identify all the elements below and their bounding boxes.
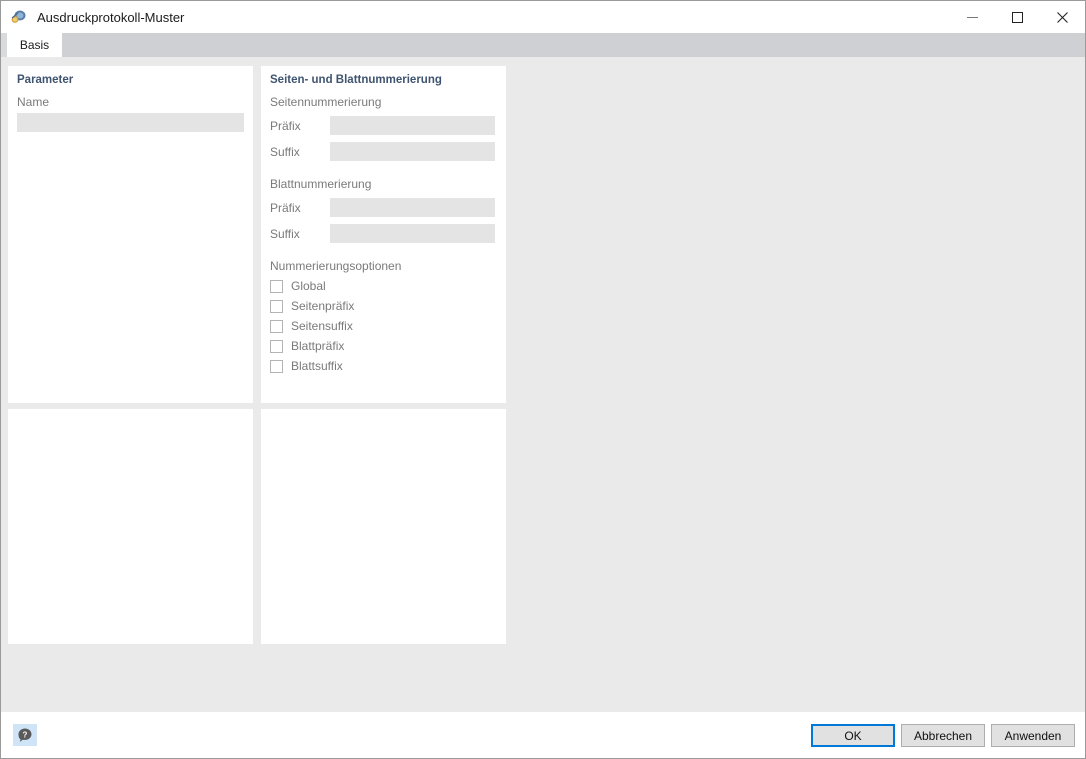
- numbering-option-label: Blattsuffix: [291, 359, 343, 373]
- printout-report-icon: [9, 7, 29, 27]
- sheet-suffix-label: Suffix: [270, 226, 300, 241]
- tab-strip-filler: [62, 33, 1085, 57]
- sheet-prefix-row: Präfix: [261, 198, 506, 217]
- sheet-numbering-section: Blattnummerierung: [270, 177, 372, 191]
- page-suffix-row: Suffix: [261, 142, 506, 161]
- numbering-title: Seiten- und Blattnummerierung: [270, 74, 442, 86]
- tab-basis[interactable]: Basis: [7, 33, 62, 57]
- title-bar: Ausdruckprotokoll-Muster: [1, 1, 1085, 33]
- dialog-content: Liste 1Eingabedaten und reduzierte Ergeb…: [1, 33, 1085, 712]
- page-suffix-input[interactable]: [330, 142, 495, 161]
- parameter-name-input[interactable]: [17, 113, 244, 132]
- numbering-option-row[interactable]: Global: [261, 279, 506, 293]
- numbering-option-row[interactable]: Seitenpräfix: [261, 299, 506, 313]
- parameter-name-label: Name: [17, 95, 50, 109]
- dialog-footer: ? OK Abbrechen Anwenden: [1, 712, 1085, 758]
- page-suffix-label: Suffix: [270, 144, 300, 159]
- numbering-option-checkbox[interactable]: [270, 299, 283, 313]
- numbering-option-checkbox[interactable]: [270, 339, 283, 353]
- numbering-option-label: Seitenpräfix: [291, 299, 355, 313]
- numbering-options-title: Nummerierungsoptionen: [270, 259, 402, 273]
- maximize-button[interactable]: [995, 1, 1040, 33]
- minimize-button[interactable]: [950, 1, 995, 33]
- page-prefix-label: Präfix: [270, 118, 301, 133]
- help-question-icon[interactable]: ?: [13, 724, 37, 746]
- window-controls: [950, 1, 1085, 33]
- sheet-suffix-row: Suffix: [261, 224, 506, 243]
- numbering-option-checkbox[interactable]: [270, 279, 283, 293]
- sheet-prefix-input[interactable]: [330, 198, 495, 217]
- numbering-options-list: Global Seitenpräfix Seitensuffix Blattpräfi…: [261, 279, 506, 373]
- ok-button[interactable]: OK: [811, 724, 895, 747]
- numbering-group: Seiten- und Blattnummerierung Seitennumm…: [261, 66, 506, 403]
- numbering-option-row[interactable]: Seitensuffix: [261, 319, 506, 333]
- window-title: Ausdruckprotokoll-Muster: [37, 9, 185, 25]
- numbering-option-checkbox[interactable]: [270, 359, 283, 373]
- sheet-prefix-label: Präfix: [270, 200, 301, 215]
- numbering-option-row[interactable]: Blattsuffix: [261, 359, 506, 373]
- tab-strip: Basis: [1, 33, 1085, 57]
- numbering-option-label: Global: [291, 279, 326, 293]
- parameter-title: Parameter: [17, 74, 74, 86]
- dialog-window: Ausdruckprotokoll-Muster Liste 1Eingabed…: [0, 0, 1086, 759]
- bottom-right-group: [261, 409, 506, 644]
- right-tab-panel: Basis Parameter Name Seiten- und Blattnu…: [1, 33, 1085, 712]
- tab-page-basis: Parameter Name Seiten- und Blattnummerie…: [1, 57, 1085, 712]
- page-prefix-row: Präfix: [261, 116, 506, 135]
- sheet-suffix-input[interactable]: [330, 224, 495, 243]
- page-numbering-section: Seitennummerierung: [270, 95, 382, 109]
- close-button[interactable]: [1040, 1, 1085, 33]
- numbering-option-checkbox[interactable]: [270, 319, 283, 333]
- numbering-option-label: Seitensuffix: [291, 319, 353, 333]
- svg-text:?: ?: [23, 731, 28, 740]
- apply-button[interactable]: Anwenden: [991, 724, 1075, 747]
- bottom-left-group: [8, 409, 253, 644]
- numbering-option-row[interactable]: Blattpräfix: [261, 339, 506, 353]
- page-prefix-input[interactable]: [330, 116, 495, 135]
- numbering-option-label: Blattpräfix: [291, 339, 345, 353]
- cancel-button[interactable]: Abbrechen: [901, 724, 985, 747]
- parameter-group: Parameter Name: [8, 66, 253, 403]
